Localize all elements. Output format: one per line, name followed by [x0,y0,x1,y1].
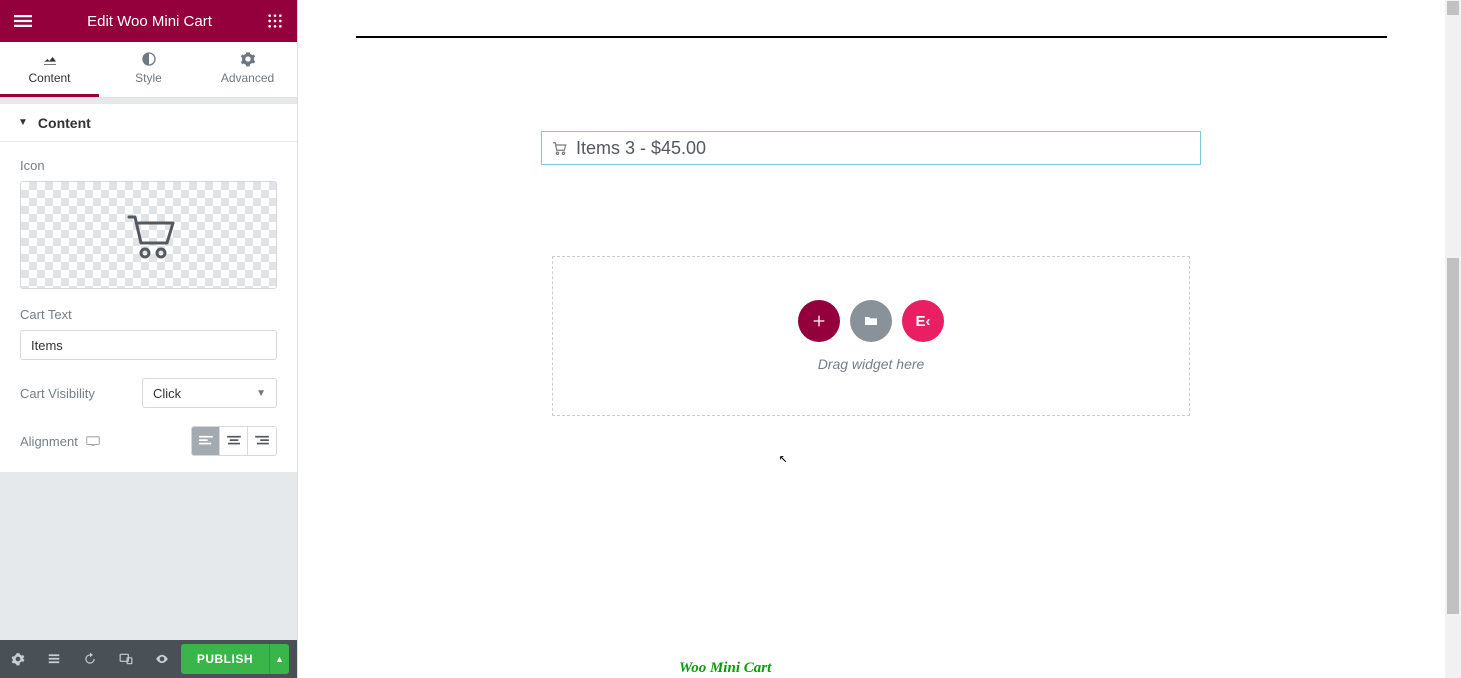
template-library-button[interactable] [850,300,892,342]
align-right-button[interactable] [248,427,276,455]
scrollbar-thumb[interactable] [1447,258,1459,614]
navigator-icon[interactable] [36,640,72,678]
visibility-value: Click [153,386,181,401]
tab-style-label: Style [135,71,162,85]
browser-scrollbar[interactable] [1445,0,1461,678]
cart-text-label: Cart Text [20,307,277,322]
alignment-label: Alignment [20,434,78,449]
control-alignment: Alignment [20,426,277,456]
chevron-down-icon: ▼ [256,388,266,399]
editor-panel: Edit Woo Mini Cart Content Style Advance… [0,0,298,678]
tab-content-label: Content [28,71,70,85]
publish-options-button[interactable]: ▲ [269,644,289,674]
publish-button[interactable]: PUBLISH [181,644,269,674]
tab-advanced-label: Advanced [221,71,274,85]
menu-icon[interactable] [14,12,32,30]
control-visibility: Cart Visibility Click ▼ [20,378,277,408]
drop-zone[interactable]: E‹ Drag widget here [552,256,1190,416]
elements-kit-button[interactable]: E‹ [902,300,944,342]
page-footer-title: Woo Mini Cart [679,660,771,677]
widgets-grid-icon[interactable] [267,13,283,29]
cart-icon [550,139,568,157]
cart-icon [117,203,181,267]
visibility-label: Cart Visibility [20,386,95,401]
icon-label: Icon [20,158,277,173]
section-content-header[interactable]: ▼ Content [0,98,297,142]
caret-down-icon: ▼ [18,117,28,128]
plus-icon [811,313,827,329]
drop-zone-text: Drag widget here [818,356,925,372]
history-icon[interactable] [72,640,108,678]
mouse-cursor: ↖ [779,450,787,466]
add-section-button[interactable] [798,300,840,342]
tab-advanced[interactable]: Advanced [198,42,297,97]
section-divider-line [356,36,1387,38]
panel-spacer [0,472,297,640]
align-center-button[interactable] [220,427,248,455]
icon-picker[interactable] [20,181,277,289]
drop-zone-buttons: E‹ [798,300,944,342]
controls: Icon Cart Text Cart Visibility Click ▼ A… [0,142,297,472]
editor-canvas: Items 3 - $45.00 E‹ Drag widget here Woo… [298,0,1445,678]
preview-icon[interactable] [144,640,180,678]
tab-style[interactable]: Style [99,42,198,97]
control-cart-text: Cart Text [20,307,277,360]
ek-logo-icon: E‹ [916,313,931,330]
panel-tabs: Content Style Advanced [0,42,297,98]
scrollbar-up-button[interactable] [1447,1,1459,15]
mini-cart-widget[interactable]: Items 3 - $45.00 [541,131,1201,165]
bottom-toolbar: PUBLISH ▲ [0,640,297,678]
panel-header: Edit Woo Mini Cart [0,0,297,42]
section-title: Content [38,115,91,131]
tab-content[interactable]: Content [0,42,99,97]
align-left-button[interactable] [192,427,220,455]
folder-icon [863,313,879,329]
alignment-buttons [191,426,277,456]
cart-text-field[interactable] [20,330,277,360]
panel-title: Edit Woo Mini Cart [87,13,212,30]
mini-cart-text: Items 3 - $45.00 [576,138,706,159]
responsive-mode-icon[interactable] [108,640,144,678]
responsive-icon[interactable] [86,436,100,446]
visibility-select[interactable]: Click ▼ [142,378,277,408]
control-icon: Icon [20,158,277,289]
settings-icon[interactable] [0,640,36,678]
